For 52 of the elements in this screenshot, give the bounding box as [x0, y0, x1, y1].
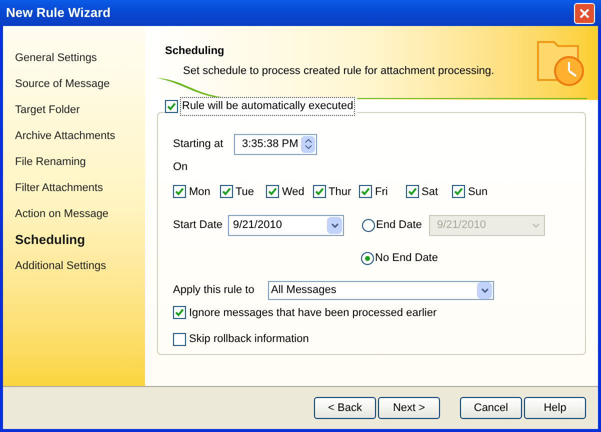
- checkbox-label: Rule will be automatically executed: [180, 97, 356, 116]
- radio-button[interactable]: [362, 219, 375, 232]
- checkbox-label: Ignore messages that have been processed earlier: [189, 306, 437, 320]
- radio-label: No End Date: [375, 251, 438, 266]
- day-label: Fri: [375, 184, 388, 200]
- sidebar-item[interactable]: File Renaming: [15, 149, 145, 175]
- spin-arrows-icon[interactable]: [301, 136, 315, 152]
- dropdown-arrow-icon[interactable]: [327, 217, 342, 234]
- close-icon: [579, 8, 590, 18]
- day-label: Thur: [328, 184, 352, 200]
- radio-button[interactable]: [361, 252, 374, 265]
- starting-at-label: Starting at: [173, 136, 224, 152]
- checkbox[interactable]: [266, 185, 279, 198]
- apply-rule-label: Apply this rule to: [173, 282, 256, 298]
- dialog-button[interactable]: < Back: [314, 397, 376, 419]
- time-field[interactable]: 3:35:38 PM: [234, 134, 317, 154]
- sidebar-item[interactable]: Additional Settings: [15, 253, 145, 279]
- window-title: New Rule Wizard: [6, 4, 111, 22]
- on-label: On: [173, 160, 189, 175]
- day-label: Mon: [189, 184, 210, 200]
- sidebar-item[interactable]: General Settings: [15, 45, 145, 71]
- checkbox[interactable]: [173, 332, 186, 346]
- apply-rule-dropdown[interactable]: All Messages: [268, 280, 494, 300]
- checkbox[interactable]: [452, 185, 465, 198]
- checkbox[interactable]: [220, 185, 232, 198]
- day-label: Wed: [282, 184, 304, 200]
- checkbox[interactable]: [173, 306, 186, 320]
- dropdown-arrow-icon[interactable]: [477, 282, 492, 298]
- checkbox[interactable]: [312, 185, 326, 198]
- sidebar-item[interactable]: Action on Message: [15, 201, 145, 227]
- dialog-button[interactable]: Cancel: [460, 397, 522, 419]
- day-label: Sun: [468, 184, 488, 200]
- sidebar-item[interactable]: Scheduling: [15, 227, 145, 253]
- header-subtitle: Set schedule to process created rule for attachment processing.: [182, 64, 496, 78]
- checkbox[interactable]: [165, 100, 178, 113]
- checkbox[interactable]: [359, 185, 372, 198]
- dialog-button[interactable]: Help: [524, 397, 586, 419]
- day-label: Sat: [422, 184, 438, 200]
- start-date-dropdown[interactable]: 9/21/2010: [228, 215, 344, 236]
- close-button[interactable]: [574, 2, 595, 24]
- day-label: Tue: [236, 184, 254, 200]
- dialog-button[interactable]: Next >: [378, 397, 440, 419]
- sidebar-item[interactable]: Archive Attachments: [15, 123, 145, 149]
- sidebar-item[interactable]: Target Folder: [15, 97, 145, 123]
- sidebar-item[interactable]: Source of Message: [15, 71, 145, 97]
- checkbox[interactable]: [173, 185, 186, 198]
- sidebar-item[interactable]: Filter Attachments: [15, 175, 145, 201]
- checkbox-label: Skip rollback information: [189, 332, 309, 347]
- radio-label: End Date: [376, 218, 422, 234]
- checkbox[interactable]: [406, 185, 418, 198]
- start-date-label: Start Date: [173, 218, 224, 234]
- header-title: Scheduling: [165, 44, 226, 59]
